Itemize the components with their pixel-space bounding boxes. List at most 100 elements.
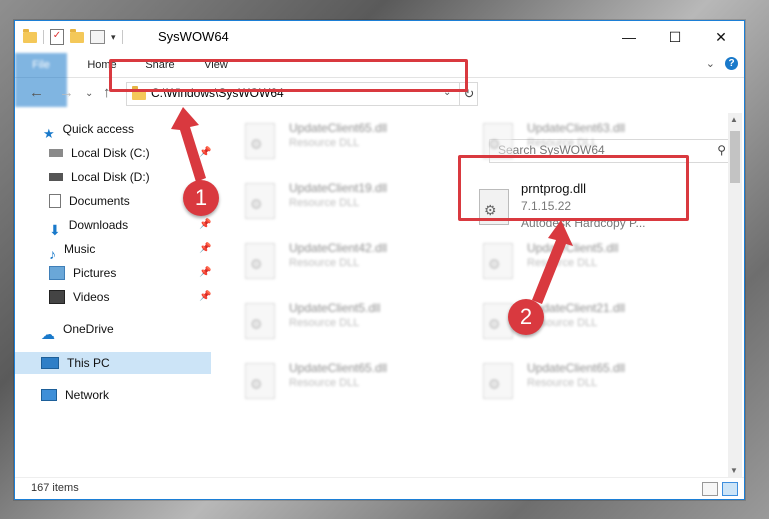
file-name: UpdateClient63.dll — [527, 121, 626, 135]
window-title: SysWOW64 — [158, 29, 229, 44]
recent-locations-icon[interactable]: ⌄ — [85, 88, 93, 99]
drive-icon — [49, 149, 63, 157]
computer-icon — [41, 357, 59, 369]
sidebar-item-label: Downloads — [68, 218, 129, 232]
sidebar-item-local-disk-c[interactable]: Local Disk (C:) — [49, 142, 150, 164]
pin-icon[interactable]: 📌 — [199, 291, 211, 302]
sidebar-item-pictures[interactable]: Pictures — [49, 262, 116, 284]
file-name: UpdateClient65.dll — [289, 361, 388, 375]
divider — [121, 30, 123, 44]
scroll-up-icon[interactable]: ▲ — [730, 115, 738, 124]
file-description: Resource DLL — [289, 257, 360, 269]
quick-access-toolbar: ✓ ▾ — [23, 28, 123, 45]
scroll-down-icon[interactable]: ▼ — [730, 466, 738, 475]
dll-file-icon — [245, 363, 275, 399]
list-item[interactable]: UpdateClient65.dll Resource DLL — [233, 355, 453, 409]
chevron-down-icon[interactable]: ▾ — [111, 32, 116, 43]
sidebar-item-label: Pictures — [73, 266, 117, 280]
back-icon[interactable]: ← — [29, 84, 44, 101]
file-name: UpdateClient42.dll — [289, 241, 388, 255]
file-name: UpdateClient19.dll — [289, 181, 388, 195]
list-item[interactable]: UpdateClient5.dll Resource DLL — [471, 235, 691, 289]
step-2-marker: 2 — [508, 299, 544, 335]
download-icon: ⬇ — [49, 222, 61, 238]
item-count: 167 items — [31, 482, 79, 494]
vertical-scrollbar[interactable]: ▲ ▼ — [728, 113, 742, 477]
sidebar-item-this-pc[interactable]: This PC — [41, 352, 110, 374]
file-highlight-box — [458, 155, 689, 221]
star-icon: ★ — [43, 126, 55, 141]
file-description: Resource DLL — [527, 257, 598, 269]
sidebar-item-network[interactable]: Network — [41, 384, 109, 406]
file-description: Resource DLL — [289, 377, 360, 389]
sidebar-item-label: Local Disk (C:) — [71, 146, 150, 160]
document-icon — [49, 194, 61, 208]
drive-icon — [49, 173, 63, 181]
sidebar-item-label: OneDrive — [63, 322, 114, 336]
file-name: UpdateClient5.dll — [527, 241, 619, 255]
dll-file-icon — [483, 243, 513, 279]
file-description: Resource DLL — [289, 317, 360, 329]
sidebar-item-local-disk-d[interactable]: Local Disk (D:) — [49, 166, 150, 188]
sidebar-item-label: Local Disk (D:) — [71, 170, 150, 184]
list-item[interactable]: UpdateClient42.dll Resource DLL — [233, 235, 453, 289]
dll-file-icon — [245, 183, 275, 219]
folder-icon — [23, 28, 37, 43]
scrollbar-thumb[interactable] — [730, 131, 740, 183]
file-name: UpdateClient5.dll — [289, 301, 381, 315]
sidebar-item-label: Network — [65, 388, 110, 402]
view-toggle — [702, 482, 738, 496]
minimize-button[interactable]: — — [606, 21, 652, 53]
forward-icon[interactable]: → — [59, 84, 74, 101]
sidebar-item-onedrive[interactable]: ☁ OneDrive — [41, 318, 114, 342]
file-description: Resource DLL — [527, 377, 598, 389]
navigation-pane: ★ Quick access Local Disk (C:) 📌 Local D… — [15, 113, 211, 477]
divider — [43, 30, 44, 44]
list-item[interactable]: UpdateClient19.dll Resource DLL — [233, 175, 453, 229]
details-view-icon[interactable] — [702, 482, 718, 496]
sidebar-item-videos[interactable]: Videos — [49, 286, 109, 308]
explorer-window: ✓ ▾ SysWOW64 — ☐ ✕ File Home Share View … — [14, 20, 745, 500]
sidebar-item-label: This PC — [67, 356, 110, 370]
sidebar-item-quick-access[interactable]: ★ Quick access — [43, 118, 134, 141]
pin-icon[interactable]: 📌 — [199, 219, 211, 230]
new-folder-icon[interactable] — [70, 28, 84, 43]
title-bar: ✓ ▾ SysWOW64 — ☐ ✕ — [15, 21, 744, 53]
file-description: Resource DLL — [527, 137, 598, 149]
list-item[interactable]: UpdateClient5.dll Resource DLL — [233, 295, 453, 349]
sidebar-item-documents[interactable]: Documents — [49, 190, 130, 212]
sidebar-item-music[interactable]: ♪ Music — [49, 238, 96, 262]
maximize-button[interactable]: ☐ — [652, 21, 698, 53]
pin-icon[interactable]: 📌 — [199, 267, 211, 278]
help-icon[interactable]: ? — [725, 57, 738, 70]
expand-ribbon-icon[interactable]: ⌄ — [706, 57, 715, 70]
list-item[interactable]: UpdateClient65.dll Resource DLL — [471, 355, 691, 409]
cloud-icon: ☁ — [41, 326, 55, 342]
file-description: Resource DLL — [289, 137, 360, 149]
music-icon: ♪ — [49, 246, 56, 262]
list-item[interactable]: UpdateClient21.dll Resource DLL — [471, 295, 691, 349]
status-bar: 167 items — [15, 477, 744, 499]
tiles-view-icon[interactable] — [722, 482, 738, 496]
sidebar-item-label: Videos — [73, 290, 110, 304]
network-icon — [41, 389, 57, 401]
ribbon-controls: ⌄ ? — [706, 57, 738, 70]
dll-file-icon — [483, 123, 513, 159]
pin-icon[interactable]: 📌 — [199, 147, 211, 158]
pictures-icon — [49, 266, 65, 280]
file-name: UpdateClient65.dll — [527, 361, 626, 375]
sidebar-item-label: Documents — [69, 194, 130, 208]
close-button[interactable]: ✕ — [698, 21, 744, 53]
properties-check-icon[interactable]: ✓ — [50, 29, 64, 45]
customize-icon[interactable] — [90, 30, 105, 44]
dll-file-icon — [483, 363, 513, 399]
dll-file-icon — [245, 243, 275, 279]
sidebar-item-downloads[interactable]: ⬇ Downloads — [49, 214, 129, 238]
dll-file-icon — [245, 123, 275, 159]
list-item[interactable]: UpdateClient65.dll Resource DLL — [233, 115, 453, 169]
dll-file-icon — [245, 303, 275, 339]
sidebar-item-label: Music — [64, 242, 96, 256]
step-1-marker: 1 — [183, 180, 219, 216]
file-description: Resource DLL — [289, 197, 360, 209]
pin-icon[interactable]: 📌 — [199, 243, 211, 254]
